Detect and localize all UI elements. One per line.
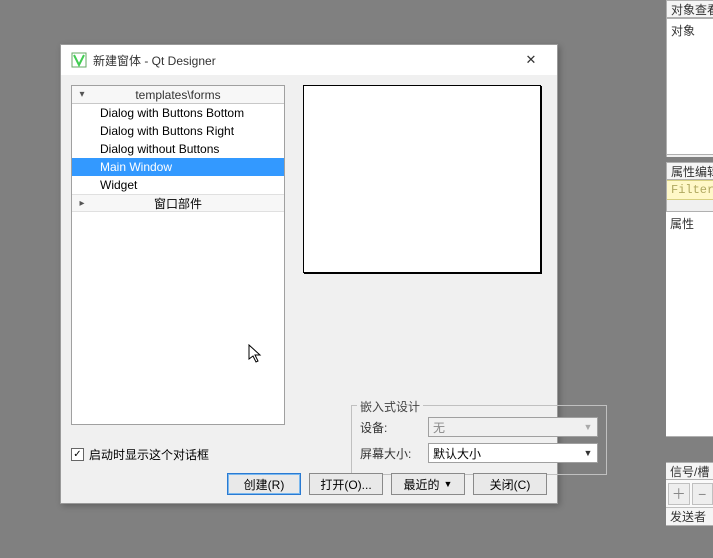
- recent-button[interactable]: 最近的▼: [391, 473, 465, 495]
- tree-item-dialog-buttons-bottom[interactable]: Dialog with Buttons Bottom: [72, 104, 284, 122]
- property-list-panel: 属性: [666, 211, 713, 437]
- tree-item-main-window[interactable]: Main Window: [72, 158, 284, 176]
- tree-header-templates[interactable]: ▾ templates\forms: [72, 86, 284, 104]
- device-combo: 无 ▼: [428, 417, 598, 437]
- signal-slot-title: 信号/槽: [666, 462, 713, 480]
- chevron-down-icon: ▼: [581, 446, 595, 460]
- titlebar[interactable]: 新建窗体 - Qt Designer ✕: [61, 45, 557, 75]
- device-label: 设备:: [360, 419, 420, 436]
- create-button[interactable]: 创建(R): [227, 473, 301, 495]
- property-list-body[interactable]: 属性: [666, 211, 713, 437]
- property-column-header: 属性: [670, 217, 694, 231]
- chevron-down-icon: ▼: [581, 420, 595, 434]
- minus-icon: −: [698, 486, 706, 502]
- add-signal-button[interactable]: ＋: [668, 483, 690, 505]
- signal-slot-panel: 信号/槽 ＋ − 发送者: [666, 462, 713, 557]
- object-column-header: 对象: [671, 24, 695, 38]
- remove-signal-button[interactable]: −: [692, 483, 713, 505]
- object-inspector-panel: 对象查看 对象: [666, 0, 713, 157]
- tree-header-label: templates\forms: [92, 88, 284, 102]
- tree-header-widgets[interactable]: ▸ 窗口部件: [72, 194, 284, 212]
- tree-item-dialog-no-buttons[interactable]: Dialog without Buttons: [72, 140, 284, 158]
- sender-column-header: 发送者: [666, 508, 713, 526]
- chevron-down-icon: ▾: [72, 89, 92, 100]
- template-tree[interactable]: ▾ templates\forms Dialog with Buttons Bo…: [71, 85, 285, 425]
- show-on-startup-checkbox[interactable]: ✓: [71, 448, 84, 461]
- show-on-startup-label: 启动时显示这个对话框: [89, 446, 209, 463]
- tree-item-dialog-buttons-right[interactable]: Dialog with Buttons Right: [72, 122, 284, 140]
- dialog-title: 新建窗体 - Qt Designer: [93, 52, 511, 69]
- property-filter-input[interactable]: Filter: [667, 180, 713, 200]
- close-button[interactable]: 关闭(C): [473, 473, 547, 495]
- tree-subheader-label: 窗口部件: [92, 195, 284, 212]
- device-value: 无: [433, 419, 445, 436]
- dialog-body: ▾ templates\forms Dialog with Buttons Bo…: [61, 75, 557, 433]
- plus-icon: ＋: [672, 484, 686, 504]
- form-preview: [303, 85, 541, 273]
- new-form-dialog: 新建窗体 - Qt Designer ✕ ▾ templates\forms D…: [60, 44, 558, 504]
- object-inspector-title: 对象查看: [667, 0, 713, 18]
- signal-slot-toolbar: ＋ −: [666, 480, 713, 508]
- object-inspector-body[interactable]: 对象: [667, 18, 713, 155]
- open-button[interactable]: 打开(O)...: [309, 473, 383, 495]
- close-icon[interactable]: ✕: [511, 46, 551, 74]
- property-editor-title: 属性编辑: [667, 162, 713, 180]
- chevron-right-icon: ▸: [72, 198, 92, 209]
- chevron-down-icon: ▼: [444, 479, 453, 489]
- embedded-group-label: 嵌入式设计: [357, 398, 423, 415]
- tree-item-widget[interactable]: Widget: [72, 176, 284, 194]
- qt-designer-icon: [71, 52, 87, 68]
